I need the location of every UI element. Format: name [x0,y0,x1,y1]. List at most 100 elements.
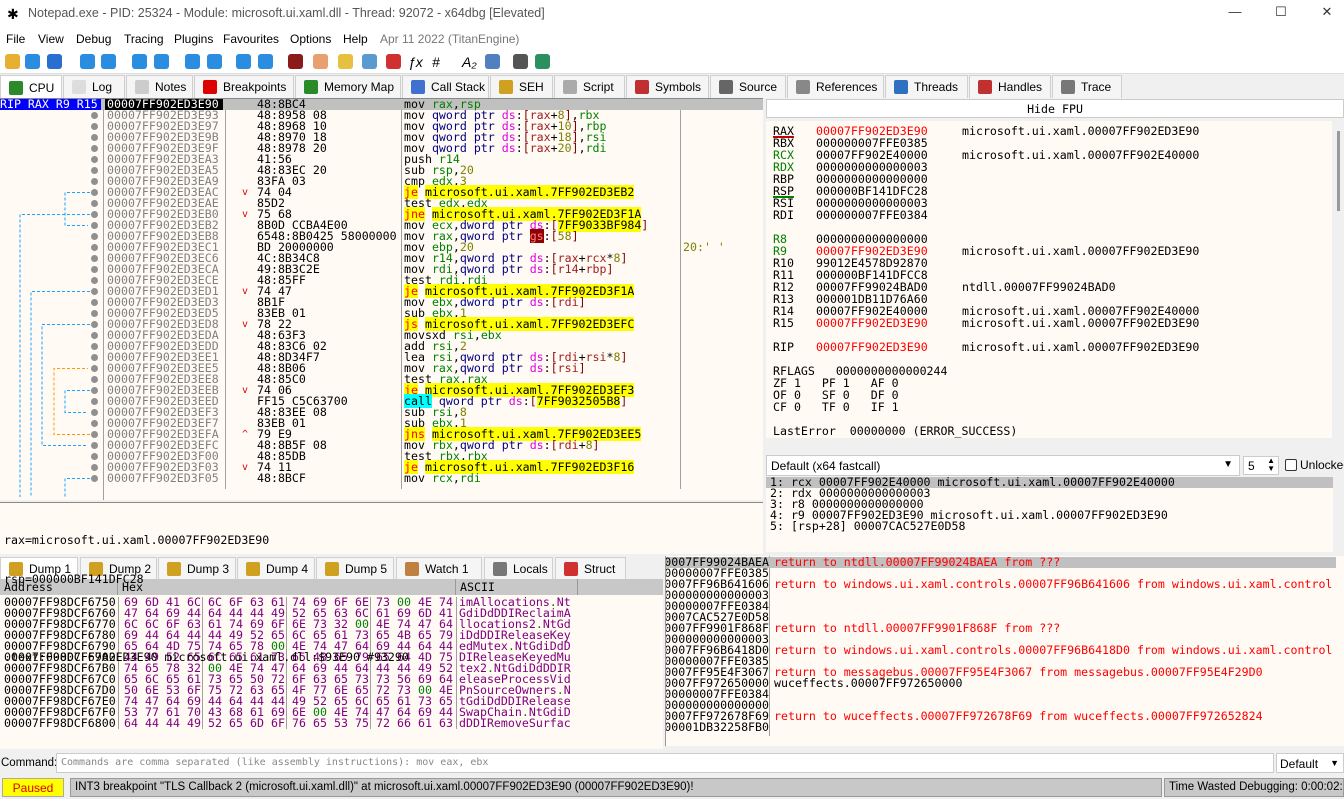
hex-byte[interactable]: 63 [439,717,453,729]
minimize-button[interactable]: — [1220,4,1250,24]
stack-row[interactable]: 0000000000000003 [666,590,1336,601]
breakpoint-dot[interactable] [91,222,98,229]
stop-icon[interactable] [47,54,62,69]
breakpoint-dot[interactable] [91,288,98,295]
hex-byte[interactable]: 76 [292,717,306,729]
hex-byte[interactable]: 65 [313,717,327,729]
hex-byte[interactable]: 52 [208,717,222,729]
breakpoint-dot[interactable] [91,332,98,339]
breakpoint-dot[interactable] [91,145,98,152]
disasm-row[interactable]: 00007FF902ED3F05 48:8BCF mov rcx,rdi [0,472,763,484]
checkbox-box[interactable] [1285,459,1297,471]
command-mode-select[interactable]: Default ▼ [1276,753,1344,773]
comment-icon[interactable] [338,54,353,69]
trace-over-icon[interactable] [207,54,222,69]
tab-log[interactable]: Log [63,75,125,98]
tab-threads[interactable]: Threads [885,75,968,98]
hex-byte[interactable]: 44 [145,717,159,729]
menu-favourites[interactable]: Favourites [223,32,279,46]
breakpoint-dot[interactable] [91,321,98,328]
hex-byte[interactable]: 66 [397,717,411,729]
calling-convention-select[interactable]: Default (x64 fastcall) ▼ [766,455,1240,476]
breakpoint-dot[interactable] [91,112,98,119]
argument-row[interactable]: 5: [rsp+28] 00007CAC527E0D58 [770,520,965,532]
arguments-pane[interactable]: 1: rcx 00007FF902E40000 microsoft.ui.xam… [766,477,1333,552]
patch-icon[interactable] [313,54,328,69]
stack-row[interactable]: 000000007FFE0384 [666,689,1336,700]
registers-scrollbar[interactable] [1334,121,1344,438]
breakpoint-dot[interactable] [91,365,98,372]
globe-icon[interactable] [535,54,550,69]
stack-row[interactable]: 00007FF972678F69 return to wuceffects.000… [666,710,1336,722]
arg-count-spinner[interactable]: 5 ▲ ▼ [1243,456,1279,475]
stack-row[interactable]: 00007FF95E4F3067 return to messagebus.000… [666,666,1336,678]
breakpoint-dot[interactable] [91,310,98,317]
run-to-user-code-icon[interactable] [258,54,273,69]
breakpoint-dot[interactable] [91,200,98,207]
stack-row[interactable]: 000001DB32258FB0 [666,722,1336,733]
hex-byte[interactable]: 65 [229,717,243,729]
hex-byte[interactable]: 64 [124,717,138,729]
menu-options[interactable]: Options [290,32,331,46]
maximize-button[interactable]: ☐ [1266,4,1296,24]
tab-memory-map[interactable]: Memory Map [295,75,401,98]
hex-byte[interactable]: 72 [376,717,390,729]
dump-row[interactable]: 00007FF98DCF6800 64 44 44 49 52 65 6D 6F 76 65 53 75… [0,717,663,729]
register-value[interactable]: 00007FF902ED3E90 [816,341,928,353]
breakpoint-dot[interactable] [91,376,98,383]
breakpoint-dot[interactable] [91,233,98,240]
restart-icon[interactable] [25,54,40,69]
unlocked-checkbox[interactable]: Unlocked [1285,458,1344,472]
breakpoint-dot[interactable] [91,255,98,262]
disassembly-view[interactable]: 00007FF902ED3E90 48:8BC4 mov rax,rsp 00007F… [0,98,763,500]
calculator-icon[interactable] [513,54,528,69]
breakpoint-dot[interactable] [91,464,98,471]
register-row[interactable]: R15 00007FF902ED3E90 microsoft.ui.xaml.000… [773,317,1323,329]
register-value[interactable]: 000000007FFE0384 [816,209,928,221]
spinner-arrows-icon[interactable]: ▲ ▼ [1267,457,1275,473]
tab-cpu[interactable]: CPU [0,75,62,99]
register-value[interactable]: 00007FF902ED3E90 [816,317,928,329]
breakpoint-dot[interactable] [91,431,98,438]
hex-byte[interactable]: 61 [418,717,432,729]
breakpoint-dot[interactable] [91,409,98,416]
breakpoint-dot[interactable] [91,123,98,130]
hex-byte[interactable]: 53 [334,717,348,729]
hex-byte[interactable]: 6D [250,717,264,729]
pause-icon[interactable] [101,54,116,69]
tab-call-stack[interactable]: Call Stack [402,75,489,98]
breakpoint-dot[interactable] [91,420,98,427]
label-icon[interactable] [362,54,377,69]
registers-pane[interactable]: RAX 00007FF902ED3E90 microsoft.ui.xaml.000… [766,121,1332,438]
breakpoint-dot[interactable] [91,387,98,394]
breakpoint-dot[interactable] [91,189,98,196]
register-row[interactable]: RIP 00007FF902ED3E90 microsoft.ui.xaml.000… [773,341,1323,353]
stack-row[interactable]: 00007FF96B641606 return to windows.ui.xam… [666,578,1336,590]
hex-byte[interactable]: 49 [187,717,201,729]
scylla-icon[interactable] [288,54,303,69]
tab-source[interactable]: Source [710,75,786,98]
breakpoint-dot[interactable] [91,134,98,141]
stack-row[interactable]: 00007FF99024BAEA return to ntdll.00007FF9… [666,556,1336,568]
breakpoint-dot[interactable] [91,398,98,405]
breakpoint-dot[interactable] [91,354,98,361]
hex-byte[interactable]: 44 [166,717,180,729]
breakpoint-dot[interactable] [91,167,98,174]
menu-tracing[interactable]: Tracing [124,32,164,46]
breakpoint-dot[interactable] [91,299,98,306]
register-row[interactable]: RDI 000000007FFE0384 [773,209,1323,221]
bookmark-icon[interactable] [386,54,401,69]
run-icon[interactable] [80,54,95,69]
close-button[interactable]: ✕ [1312,4,1342,24]
tab-seh[interactable]: SEH [490,75,553,98]
trace-into-icon[interactable] [185,54,200,69]
stack-row[interactable]: 00007FF972650000 wuceffects.00007FF972650… [666,677,1336,689]
breakpoint-dot[interactable] [91,178,98,185]
stack-row[interactable]: 00007FF96B6418D0 return to windows.ui.xam… [666,644,1336,656]
tab-script[interactable]: Script [554,75,625,98]
breakpoint-dot[interactable] [91,266,98,273]
open-icon[interactable] [5,54,20,69]
step-over-icon[interactable] [154,54,169,69]
breakpoint-dot[interactable] [91,156,98,163]
breakpoint-dot[interactable] [91,343,98,350]
